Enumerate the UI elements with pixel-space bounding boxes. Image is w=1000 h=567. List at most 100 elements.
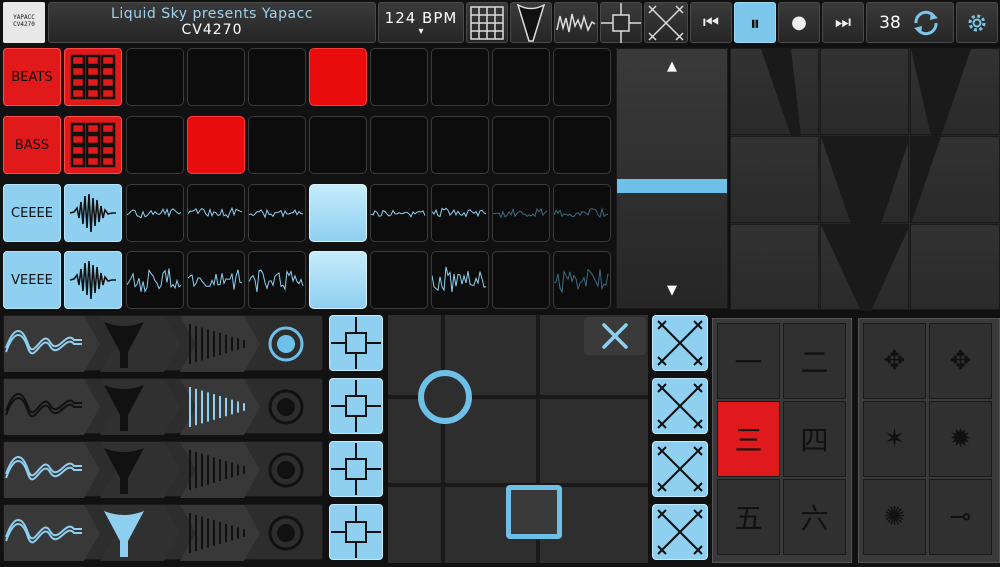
xy-square-handle[interactable] — [506, 485, 562, 539]
xy-view-button[interactable] — [600, 2, 642, 43]
clip-cell[interactable] — [553, 251, 611, 309]
clip-cell[interactable] — [187, 48, 245, 106]
clip-cell[interactable] — [370, 48, 428, 106]
clip-cell[interactable] — [492, 184, 550, 242]
crosshair-square-icon — [331, 443, 381, 495]
settings-button[interactable] — [956, 2, 998, 43]
clip-cell[interactable] — [431, 184, 489, 242]
pad-6[interactable] — [910, 136, 1000, 223]
clip-cell[interactable] — [187, 116, 245, 174]
loop-counter-button[interactable]: 38 — [866, 2, 954, 43]
xy-reset-button[interactable] — [584, 317, 646, 355]
clip-cell[interactable] — [370, 184, 428, 242]
effect-chain-3[interactable] — [3, 441, 323, 497]
bpm-selector[interactable]: 124 BPM ▾ — [378, 2, 464, 43]
pad-2[interactable] — [820, 48, 909, 135]
skip-forward-icon: ⏭ — [835, 12, 851, 33]
filter-view-button[interactable] — [510, 2, 552, 43]
shuriken-pad-6[interactable]: ⊸ — [929, 479, 992, 555]
effect-chain-1[interactable] — [3, 315, 323, 371]
sword-effect-button-1[interactable] — [652, 315, 708, 371]
shuriken-pad-2[interactable]: ✥ — [929, 323, 992, 399]
clip-cell[interactable] — [248, 48, 306, 106]
clip-cell[interactable] — [492, 251, 550, 309]
clip-cell[interactable] — [248, 184, 306, 242]
clip-cell[interactable] — [492, 48, 550, 106]
clip-cell[interactable] — [248, 116, 306, 174]
track-label-ceeee[interactable]: CEEEE — [3, 184, 61, 242]
clip-cell[interactable] — [309, 48, 367, 106]
xy-circle-handle[interactable] — [418, 370, 472, 424]
clip-cell[interactable] — [309, 116, 367, 174]
xy-assign-button-2[interactable] — [329, 378, 383, 434]
sword-effect-button-4[interactable] — [652, 504, 708, 560]
shuriken-pad-4[interactable]: ✹ — [929, 401, 992, 477]
kanji-pad-1[interactable]: 一 — [717, 323, 780, 399]
crossed-swords-icon — [654, 443, 706, 495]
xy-assign-button-3[interactable] — [329, 441, 383, 497]
pattern-editor-button[interactable] — [64, 48, 122, 106]
waveform-editor-button[interactable] — [64, 184, 122, 242]
clip-cell[interactable] — [309, 251, 367, 309]
clip-cell[interactable] — [553, 48, 611, 106]
kanji-pad-4[interactable]: 四 — [783, 401, 846, 477]
xy-assign-button-4[interactable] — [329, 504, 383, 560]
effects-view-button[interactable] — [644, 2, 688, 43]
prev-button[interactable]: ⏮ — [690, 2, 732, 43]
clip-cell[interactable] — [553, 116, 611, 174]
pad-5[interactable] — [820, 136, 909, 223]
wave-view-button[interactable] — [554, 2, 598, 43]
clip-cell[interactable] — [187, 251, 245, 309]
clip-cell[interactable] — [370, 116, 428, 174]
effect-chain-graphic — [4, 379, 324, 435]
waveform-icon — [432, 185, 488, 241]
fader-up-arrow[interactable]: ▲ — [617, 59, 727, 74]
grid-view-button[interactable] — [466, 2, 508, 43]
pad-3[interactable] — [910, 48, 1000, 135]
clip-cell[interactable] — [492, 116, 550, 174]
clip-cell[interactable] — [126, 116, 184, 174]
clip-cell[interactable] — [126, 251, 184, 309]
kanji-pad-2[interactable]: 二 — [783, 323, 846, 399]
pad-7[interactable] — [730, 224, 819, 310]
clip-cell[interactable] — [431, 48, 489, 106]
clip-cell[interactable] — [126, 184, 184, 242]
fader-down-arrow[interactable]: ▼ — [617, 283, 727, 298]
kanji-pad-6[interactable]: 六 — [783, 479, 846, 555]
kanji-pad-3[interactable]: 三 — [717, 401, 780, 477]
shuriken-pad-3[interactable]: ✶ — [863, 401, 926, 477]
shuriken-pad-1[interactable]: ✥ — [863, 323, 926, 399]
effect-chain-2[interactable] — [3, 378, 323, 434]
xy-assign-button-1[interactable] — [329, 315, 383, 371]
volume-fader[interactable]: ▲ ▼ — [616, 48, 728, 309]
bpm-value: 124 BPM — [379, 9, 463, 27]
track-label-beats[interactable]: BEATS — [3, 48, 61, 106]
pattern-editor-button[interactable] — [64, 116, 122, 174]
clip-cell[interactable] — [553, 184, 611, 242]
clip-cell[interactable] — [187, 184, 245, 242]
pause-button[interactable]: ⏸ — [734, 2, 776, 43]
sword-effect-button-2[interactable] — [652, 378, 708, 434]
clip-cell[interactable] — [431, 251, 489, 309]
pad-4[interactable] — [730, 136, 819, 223]
sword-effect-button-3[interactable] — [652, 441, 708, 497]
shuriken-pad-5[interactable]: ✺ — [863, 479, 926, 555]
clip-cell[interactable] — [126, 48, 184, 106]
clip-cell[interactable] — [248, 251, 306, 309]
pad-1[interactable] — [730, 48, 819, 135]
track-label-bass[interactable]: BASS — [3, 116, 61, 174]
record-icon: ● — [791, 12, 807, 33]
clip-cell[interactable] — [309, 184, 367, 242]
kanji-pad-5[interactable]: 五 — [717, 479, 780, 555]
pad-8[interactable] — [820, 224, 909, 310]
record-button[interactable]: ● — [778, 2, 820, 43]
clip-cell[interactable] — [431, 116, 489, 174]
clip-cell[interactable] — [370, 251, 428, 309]
xy-pad[interactable] — [388, 315, 648, 563]
track-label-veeee[interactable]: VEEEE — [3, 251, 61, 309]
triangle-shape — [821, 225, 910, 311]
next-button[interactable]: ⏭ — [822, 2, 864, 43]
effect-chain-4[interactable] — [3, 504, 323, 560]
pad-9[interactable] — [910, 224, 1000, 310]
waveform-editor-button[interactable] — [64, 251, 122, 309]
